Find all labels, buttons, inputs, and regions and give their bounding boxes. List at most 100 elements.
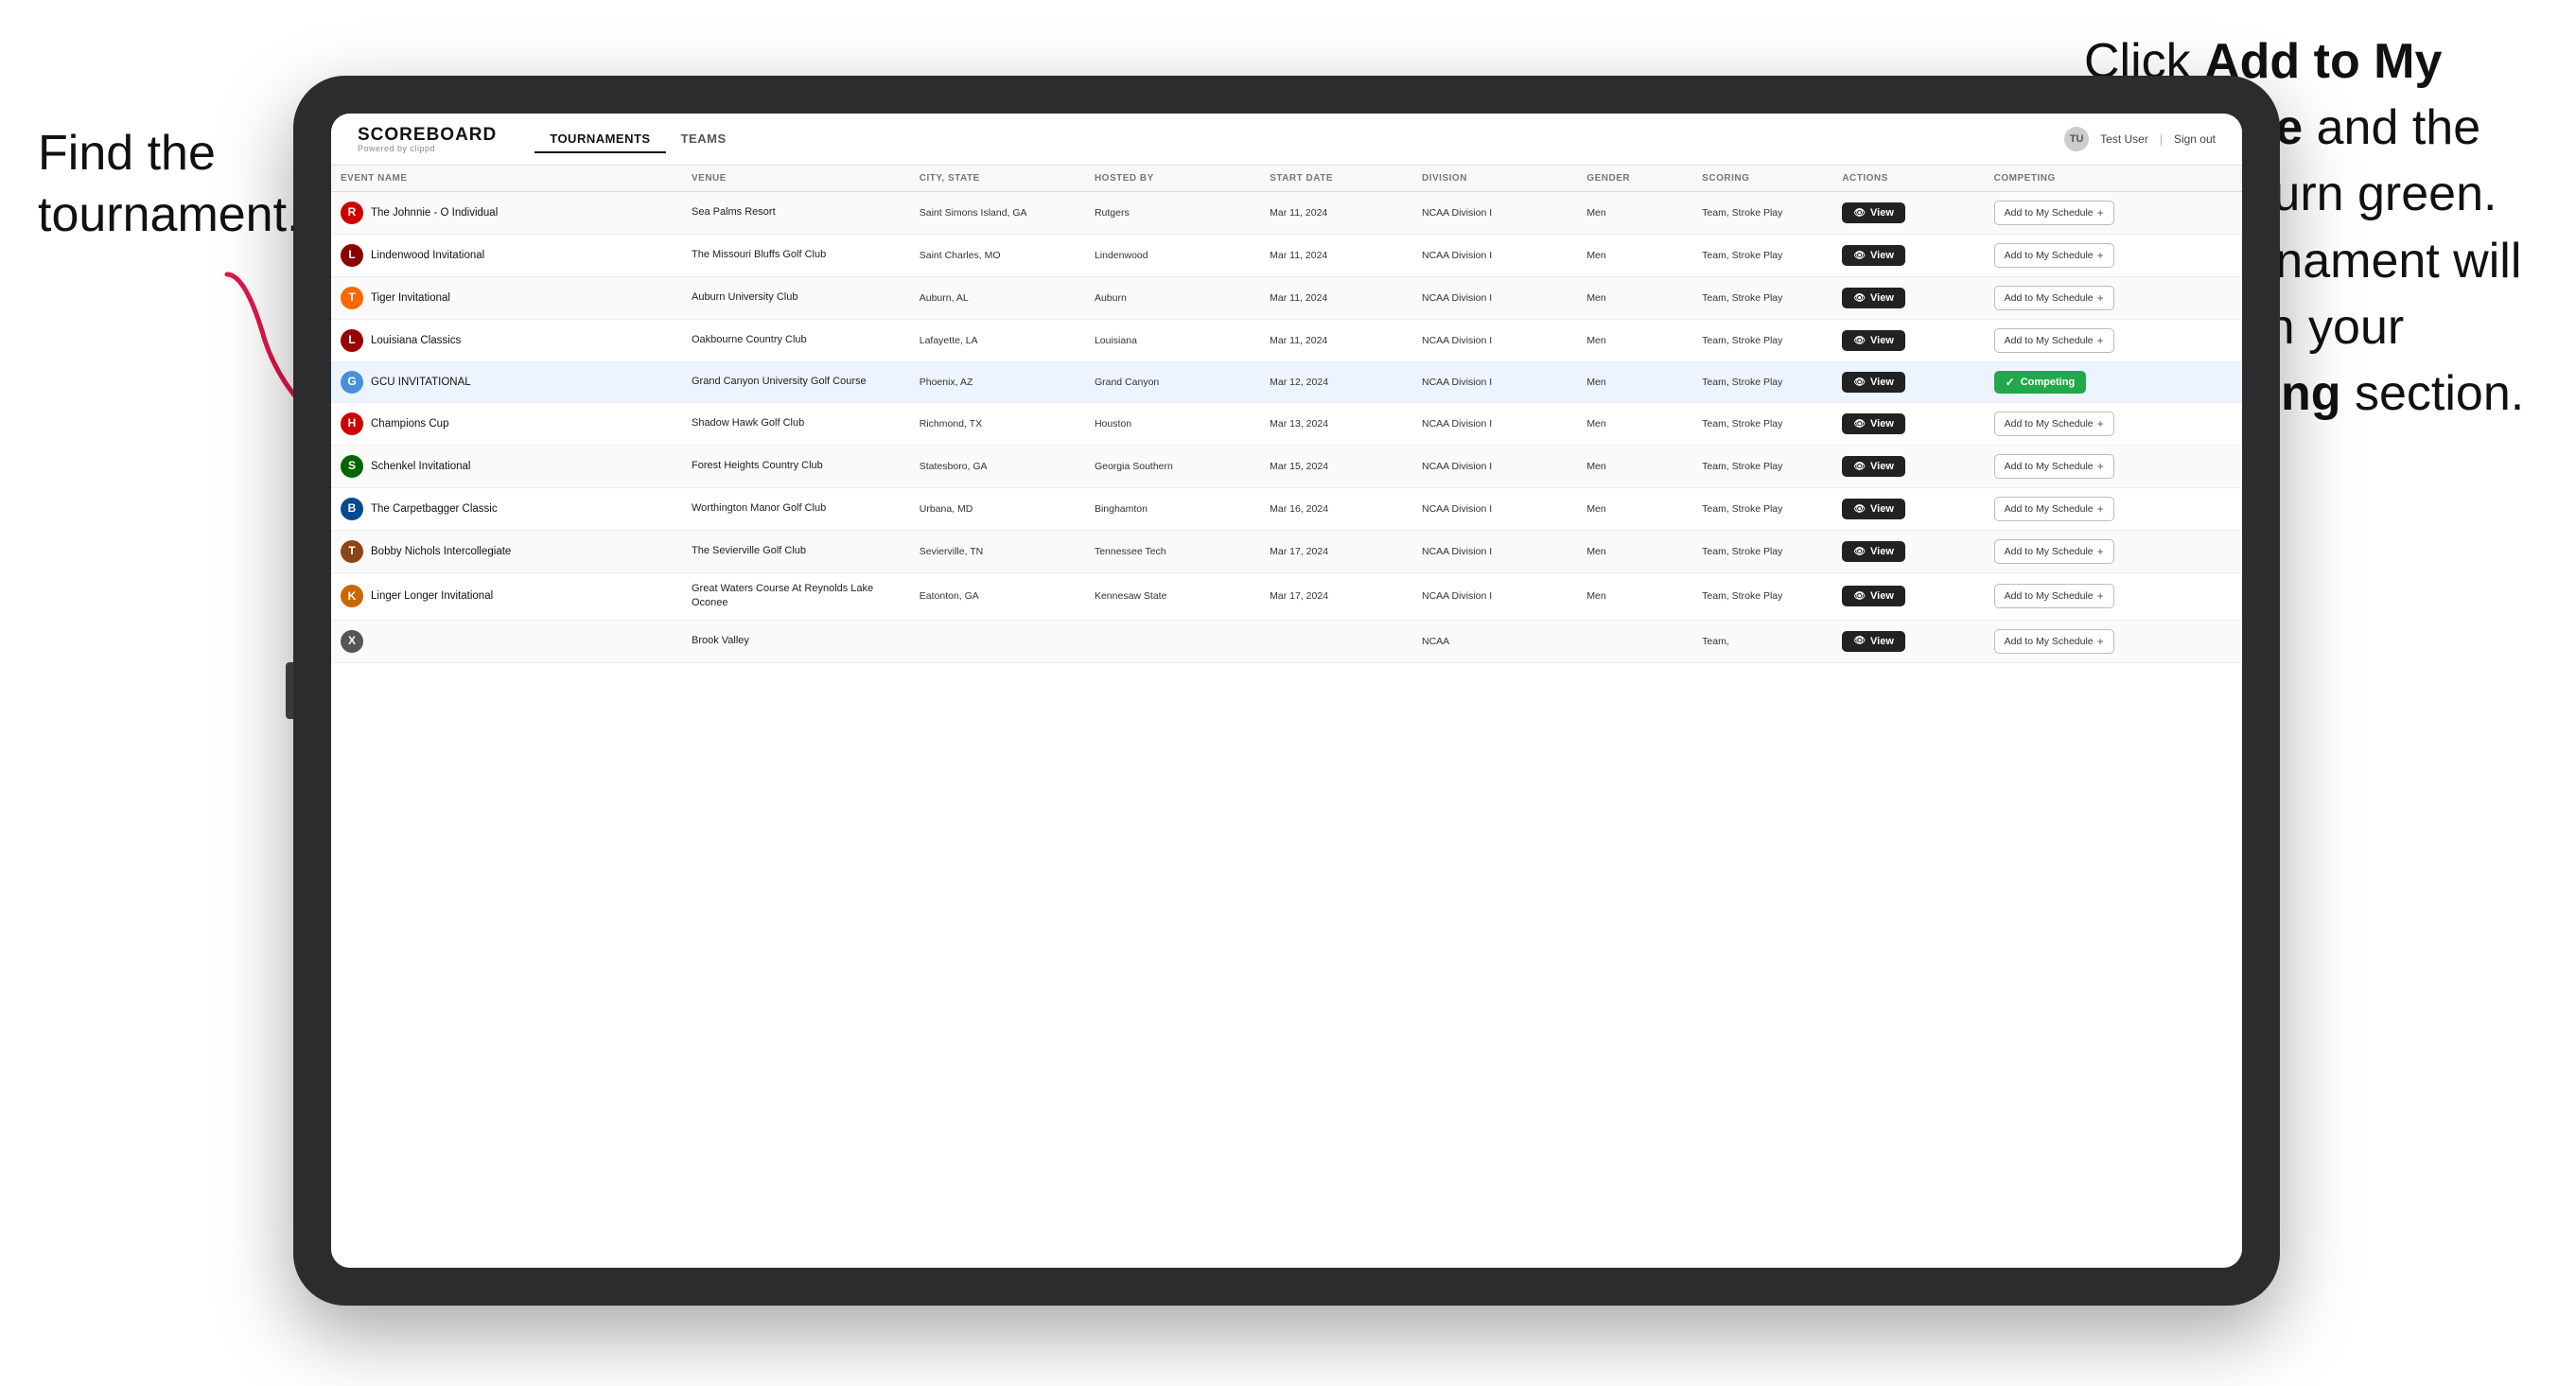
plus-icon: + bbox=[2097, 502, 2104, 516]
add-to-schedule-button[interactable]: Add to My Schedule + bbox=[1994, 412, 2114, 436]
tablet-frame: SCOREBOARD Powered by clippd TOURNAMENTS… bbox=[293, 76, 2280, 1306]
division-cell: NCAA Division I bbox=[1412, 277, 1577, 320]
tab-tournaments[interactable]: TOURNAMENTS bbox=[534, 126, 665, 153]
venue-cell: Brook Valley bbox=[682, 620, 910, 662]
venue-cell: Shadow Hawk Golf Club bbox=[682, 403, 910, 446]
team-logo: H bbox=[341, 412, 363, 435]
view-button[interactable]: 👁 View bbox=[1842, 202, 1905, 223]
gender-cell: Men bbox=[1577, 446, 1692, 488]
plus-icon: + bbox=[2097, 545, 2104, 558]
event-name-cell: L Lindenwood Invitational bbox=[331, 235, 682, 277]
gender-cell: Men bbox=[1577, 403, 1692, 446]
eye-icon: 👁 bbox=[1853, 636, 1866, 646]
gender-cell: Men bbox=[1577, 235, 1692, 277]
hosted-by-cell bbox=[1085, 620, 1260, 662]
start-date-cell: Mar 11, 2024 bbox=[1260, 235, 1412, 277]
plus-icon: + bbox=[2097, 589, 2104, 603]
header-right: TU Test User | Sign out bbox=[2064, 127, 2216, 151]
table-row: L Louisiana Classics Oakbourne Country C… bbox=[331, 320, 2242, 362]
team-logo: X bbox=[341, 630, 363, 653]
hosted-by-cell: Auburn bbox=[1085, 277, 1260, 320]
sign-out-link[interactable]: Sign out bbox=[2174, 132, 2216, 146]
venue-cell: Grand Canyon University Golf Course bbox=[682, 362, 910, 403]
col-event-name: EVENT NAME bbox=[331, 166, 682, 192]
scoring-cell: Team, Stroke Play bbox=[1692, 192, 1832, 235]
view-button[interactable]: 👁 View bbox=[1842, 586, 1905, 606]
add-to-schedule-button[interactable]: Add to My Schedule + bbox=[1994, 243, 2114, 268]
event-name-cell: K Linger Longer Invitational bbox=[331, 573, 682, 621]
table-row: T Tiger Invitational Auburn University C… bbox=[331, 277, 2242, 320]
eye-icon: 👁 bbox=[1853, 208, 1866, 219]
scoring-cell: Team, Stroke Play bbox=[1692, 403, 1832, 446]
hosted-by-cell: Binghamton bbox=[1085, 488, 1260, 531]
eye-icon: 👁 bbox=[1853, 419, 1866, 430]
start-date-cell: Mar 13, 2024 bbox=[1260, 403, 1412, 446]
start-date-cell: Mar 17, 2024 bbox=[1260, 531, 1412, 573]
view-button[interactable]: 👁 View bbox=[1842, 541, 1905, 562]
event-name-text: Champions Cup bbox=[371, 417, 448, 431]
competing-cell: Add to My Schedule + bbox=[1985, 531, 2242, 573]
event-name-text: Tiger Invitational bbox=[371, 291, 450, 306]
start-date-cell: Mar 11, 2024 bbox=[1260, 277, 1412, 320]
eye-icon: 👁 bbox=[1853, 547, 1866, 557]
add-to-schedule-button[interactable]: Add to My Schedule + bbox=[1994, 201, 2114, 225]
col-division: DIVISION bbox=[1412, 166, 1577, 192]
competing-cell: Add to My Schedule + bbox=[1985, 620, 2242, 662]
add-to-schedule-button[interactable]: Add to My Schedule + bbox=[1994, 584, 2114, 608]
add-to-schedule-button[interactable]: Add to My Schedule + bbox=[1994, 539, 2114, 564]
division-cell: NCAA Division I bbox=[1412, 573, 1577, 621]
view-button[interactable]: 👁 View bbox=[1842, 372, 1905, 393]
view-button[interactable]: 👁 View bbox=[1842, 330, 1905, 351]
view-button[interactable]: 👁 View bbox=[1842, 499, 1905, 519]
division-cell: NCAA Division I bbox=[1412, 446, 1577, 488]
view-button[interactable]: 👁 View bbox=[1842, 288, 1905, 308]
view-button[interactable]: 👁 View bbox=[1842, 631, 1905, 652]
actions-cell: 👁 View bbox=[1832, 488, 1984, 531]
venue-cell: Worthington Manor Golf Club bbox=[682, 488, 910, 531]
add-to-schedule-button[interactable]: Add to My Schedule + bbox=[1994, 286, 2114, 310]
scoring-cell: Team, Stroke Play bbox=[1692, 488, 1832, 531]
add-to-schedule-button[interactable]: Add to My Schedule + bbox=[1994, 328, 2114, 353]
eye-icon: 👁 bbox=[1853, 293, 1866, 304]
event-name-cell: L Louisiana Classics bbox=[331, 320, 682, 362]
annotation-left: Find the tournament. bbox=[38, 123, 265, 246]
venue-cell: Oakbourne Country Club bbox=[682, 320, 910, 362]
table-row: R The Johnnie - O Individual Sea Palms R… bbox=[331, 192, 2242, 235]
event-name-cell: S Schenkel Invitational bbox=[331, 446, 682, 488]
division-cell: NCAA Division I bbox=[1412, 531, 1577, 573]
view-button[interactable]: 👁 View bbox=[1842, 456, 1905, 477]
add-to-schedule-button[interactable]: Add to My Schedule + bbox=[1994, 454, 2114, 479]
tournament-table: EVENT NAME VENUE CITY, STATE HOSTED BY S… bbox=[331, 166, 2242, 663]
eye-icon: 👁 bbox=[1853, 504, 1866, 515]
table-row: K Linger Longer Invitational Great Water… bbox=[331, 573, 2242, 621]
view-button[interactable]: 👁 View bbox=[1842, 245, 1905, 266]
event-name-cell: X bbox=[331, 620, 682, 662]
scoring-cell: Team, Stroke Play bbox=[1692, 531, 1832, 573]
table-row: H Champions Cup Shadow Hawk Golf ClubRic… bbox=[331, 403, 2242, 446]
add-to-schedule-button[interactable]: Add to My Schedule + bbox=[1994, 629, 2114, 654]
add-to-schedule-button[interactable]: Add to My Schedule + bbox=[1994, 497, 2114, 521]
division-cell: NCAA Division I bbox=[1412, 192, 1577, 235]
event-name-text: Schenkel Invitational bbox=[371, 460, 470, 474]
division-cell: NCAA Division I bbox=[1412, 362, 1577, 403]
scoring-cell: Team, Stroke Play bbox=[1692, 235, 1832, 277]
competing-button[interactable]: ✓ Competing bbox=[1994, 371, 2087, 394]
plus-icon: + bbox=[2097, 249, 2104, 262]
gender-cell: Men bbox=[1577, 488, 1692, 531]
team-logo: T bbox=[341, 540, 363, 563]
divider: | bbox=[2160, 132, 2163, 146]
event-name-cell: T Bobby Nichols Intercollegiate bbox=[331, 531, 682, 573]
start-date-cell: Mar 11, 2024 bbox=[1260, 320, 1412, 362]
table-row: T Bobby Nichols Intercollegiate The Sevi… bbox=[331, 531, 2242, 573]
start-date-cell: Mar 17, 2024 bbox=[1260, 573, 1412, 621]
start-date-cell: Mar 12, 2024 bbox=[1260, 362, 1412, 403]
tab-teams[interactable]: TEAMS bbox=[666, 126, 742, 153]
actions-cell: 👁 View bbox=[1832, 362, 1984, 403]
gender-cell: Men bbox=[1577, 320, 1692, 362]
city-state-cell: Phoenix, AZ bbox=[910, 362, 1085, 403]
view-button[interactable]: 👁 View bbox=[1842, 413, 1905, 434]
division-cell: NCAA Division I bbox=[1412, 488, 1577, 531]
eye-icon: 👁 bbox=[1853, 251, 1866, 261]
venue-cell: The Missouri Bluffs Golf Club bbox=[682, 235, 910, 277]
logo-area: SCOREBOARD Powered by clippd bbox=[358, 125, 497, 153]
